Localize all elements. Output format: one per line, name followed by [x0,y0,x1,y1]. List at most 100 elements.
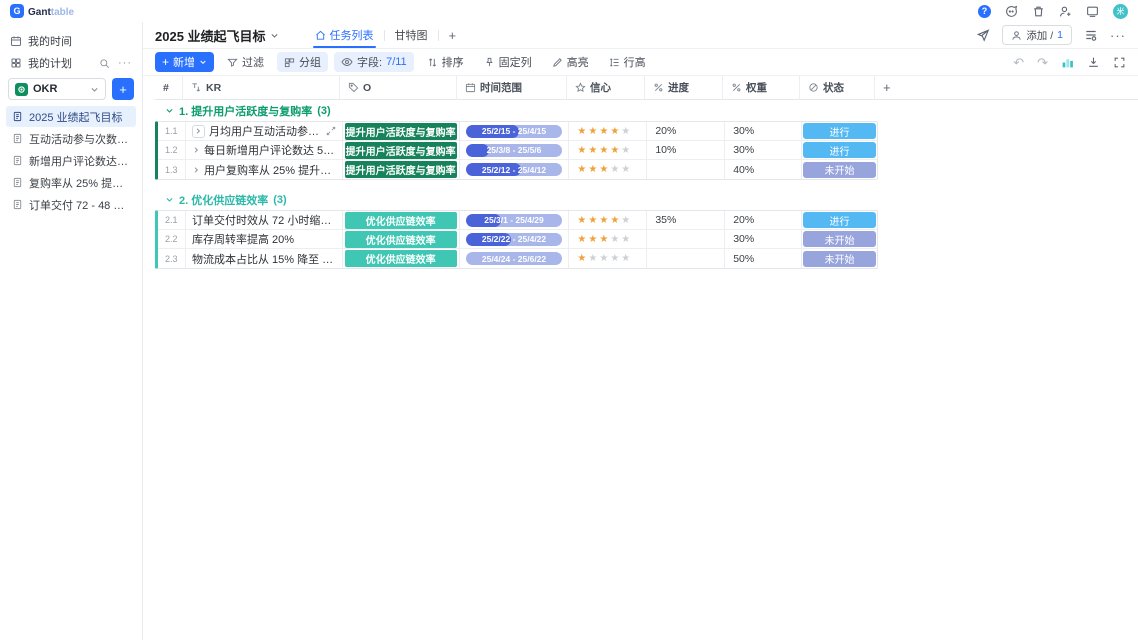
confidence-cell[interactable]: ★★★★★ [569,160,647,179]
expand-row-icon[interactable] [192,166,200,174]
range-cell[interactable]: 25/2/12 - 25/4/12 [460,160,570,179]
tab-task-list[interactable]: 任务列表 [305,22,384,48]
device-icon[interactable] [1086,5,1099,18]
date-range-pill[interactable]: 25/3/8 - 25/5/6 [466,144,563,157]
column-header-weight[interactable]: 权重 [723,76,800,100]
add-view-tab-button[interactable]: + [439,28,467,43]
trash-icon[interactable] [1032,5,1045,18]
o-cell[interactable]: 优化供应链效率 [343,211,460,229]
user-avatar[interactable]: 米 [1113,4,1128,19]
column-header-index[interactable]: # [155,76,183,100]
sidebar-page-item[interactable]: 2025 业绩起飞目标 [6,106,136,127]
confidence-cell[interactable]: ★★★★★ [569,230,647,248]
highlight-button[interactable]: 高亮 [545,52,596,72]
status-cell[interactable]: 未开始 [802,249,877,268]
download-icon[interactable] [1087,56,1100,69]
help-icon[interactable]: ? [978,5,991,18]
status-badge[interactable]: 进行 [803,212,876,228]
confidence-cell[interactable]: ★★★★★ [569,211,647,229]
status-cell[interactable]: 进行 [802,122,877,140]
objective-badge[interactable]: 优化供应链效率 [345,212,457,229]
group-button[interactable]: 分组 [277,52,328,72]
date-range-pill[interactable]: 25/2/15 - 25/4/15 [466,125,563,138]
fullscreen-icon[interactable] [1113,56,1126,69]
objective-badge[interactable]: 提升用户活跃度与复购率 [345,161,457,178]
confidence-cell[interactable]: ★★★★★ [569,141,647,159]
status-cell[interactable]: 进行 [802,211,877,229]
date-range-pill[interactable]: 25/2/22 - 25/4/22 [466,233,563,246]
sidebar-page-item[interactable]: 互动活动参与次数提升... [6,128,136,149]
sidebar-item-my-time[interactable]: 我的时间 [0,30,142,52]
weight-cell[interactable]: 20% [725,211,802,229]
range-cell[interactable]: 25/4/24 - 25/6/22 [460,249,570,268]
progress-cell[interactable]: 10% [647,141,725,159]
o-cell[interactable]: 优化供应链效率 [343,230,460,248]
weight-cell[interactable]: 30% [725,122,802,140]
status-badge[interactable]: 进行 [803,142,876,158]
column-header-confidence[interactable]: 信心 [567,76,645,100]
status-cell[interactable]: 进行 [802,141,877,159]
o-cell[interactable]: 提升用户活跃度与复购率 [343,141,460,159]
kr-cell[interactable]: 月均用户互动活动参与次数... [186,122,343,140]
objective-badge[interactable]: 优化供应链效率 [345,250,457,267]
group-header[interactable]: 2. 优化供应链效率(3) [155,189,1138,210]
group-header[interactable]: 1. 提升用户活跃度与复购率(3) [155,100,1138,121]
status-cell[interactable]: 未开始 [802,160,877,179]
automation-icon[interactable] [1084,28,1098,42]
add-column-button[interactable]: + [875,76,915,100]
column-header-kr[interactable]: KR [183,76,340,100]
column-header-range[interactable]: 时间范围 [457,76,567,100]
sidebar-page-item[interactable]: 复购率从 25% 提升至 ... [6,172,136,193]
kr-cell[interactable]: 每日新增用户评论数达 5000 条 [186,141,343,159]
kr-cell[interactable]: 库存周转率提高 20% [186,230,343,248]
invite-user-icon[interactable] [1059,5,1072,18]
column-header-o[interactable]: O [340,76,457,100]
sort-button[interactable]: 排序 [420,52,471,72]
expand-row-icon[interactable] [192,146,200,154]
progress-cell[interactable] [647,160,725,179]
tab-gantt[interactable]: 甘特图 [385,22,438,48]
date-range-pill[interactable]: 25/2/12 - 25/4/12 [466,163,563,176]
feedback-bubble-icon[interactable] [1005,5,1018,18]
kr-cell[interactable]: 用户复购率从 25% 提升至 35% [186,160,343,179]
progress-cell[interactable]: 20% [647,122,725,140]
weight-cell[interactable]: 40% [725,160,802,179]
pin-columns-button[interactable]: 固定列 [477,52,539,72]
confidence-cell[interactable]: ★★★★★ [569,122,647,140]
date-range-pill[interactable]: 25/3/1 - 25/4/29 [466,214,563,227]
objective-badge[interactable]: 提升用户活跃度与复购率 [345,142,457,159]
objective-badge[interactable]: 优化供应链效率 [345,231,457,248]
status-cell[interactable]: 未开始 [802,230,877,248]
expand-row-icon[interactable] [192,125,205,138]
more-icon[interactable]: ··· [118,57,132,69]
document-title[interactable]: 2025 业绩起飞目标 [155,26,279,45]
confidence-cell[interactable]: ★★★★★ [569,249,647,268]
progress-cell[interactable] [647,249,725,268]
status-badge[interactable]: 进行 [803,123,876,139]
new-record-button[interactable]: + 新增 [155,52,214,72]
more-icon[interactable]: ··· [1110,28,1126,43]
column-header-progress[interactable]: 进度 [645,76,723,100]
status-badge[interactable]: 未开始 [803,231,876,247]
weight-cell[interactable]: 30% [725,141,802,159]
status-badge[interactable]: 未开始 [803,162,876,178]
fields-button[interactable]: 字段: 7/11 [334,52,414,72]
row-height-button[interactable]: 行高 [602,52,653,72]
add-page-button[interactable]: + [112,78,134,100]
workspace-select[interactable]: OKR [8,78,106,100]
objective-badge[interactable]: 提升用户活跃度与复购率 [345,123,457,140]
range-cell[interactable]: 25/2/15 - 25/4/15 [460,122,570,140]
sidebar-page-item[interactable]: 新增用户评论数达 500... [6,150,136,171]
share-icon[interactable] [976,28,990,42]
o-cell[interactable]: 提升用户活跃度与复购率 [343,122,460,140]
range-cell[interactable]: 25/3/1 - 25/4/29 [460,211,570,229]
status-badge[interactable]: 未开始 [803,251,876,267]
redo-icon[interactable]: ↷ [1037,56,1048,69]
weight-cell[interactable]: 50% [725,249,802,268]
o-cell[interactable]: 优化供应链效率 [343,249,460,268]
invite-button[interactable]: 添加 / 1 [1002,25,1072,45]
o-cell[interactable]: 提升用户活跃度与复购率 [343,160,460,179]
progress-cell[interactable] [647,230,725,248]
progress-cell[interactable]: 35% [647,211,725,229]
open-record-icon[interactable] [326,126,336,136]
